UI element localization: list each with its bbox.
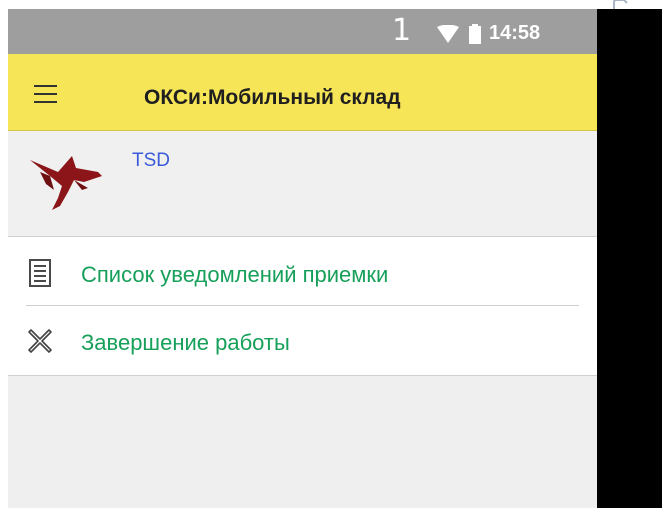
hamburger-menu-icon[interactable] — [31, 81, 61, 107]
menu-divider — [26, 305, 579, 306]
notification-count: 1 — [392, 13, 412, 48]
user-name-link[interactable]: TSD — [132, 150, 170, 172]
status-bar: 1 14:58 — [8, 9, 597, 54]
battery-icon — [469, 24, 481, 44]
app-screen: 1 14:58 ОКСи:Мобильный склад TSD Список … — [8, 9, 597, 508]
screenshot-page: 1 14:58 ОКСи:Мобильный склад TSD Список … — [0, 0, 662, 508]
close-x-icon — [28, 329, 52, 353]
menu-item-exit[interactable]: Завершение работы — [8, 307, 597, 375]
wifi-icon — [437, 25, 459, 43]
black-side-panel — [597, 9, 662, 508]
menu-item-label: Список уведомлений приемки — [81, 262, 389, 287]
document-list-icon — [29, 259, 51, 287]
app-title: ОКСи:Мобильный склад — [144, 86, 401, 109]
menu-item-label: Завершение работы — [81, 330, 290, 355]
status-time: 14:58 — [489, 22, 541, 44]
menu-item-receipt-notices[interactable]: Список уведомлений приемки — [8, 239, 597, 307]
menu-bottom-divider — [8, 375, 597, 376]
red-bird-logo — [30, 156, 102, 210]
